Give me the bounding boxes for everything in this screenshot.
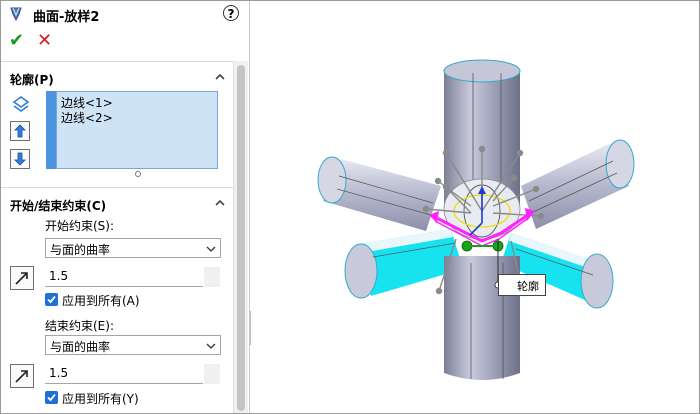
end-constraint-select[interactable]: 与面的曲率 xyxy=(45,335,221,355)
chevron-up-icon[interactable] xyxy=(213,196,227,210)
move-up-button[interactable] xyxy=(10,121,30,141)
end-tangent-length-value: 1.5 xyxy=(49,366,69,380)
start-constraint-select[interactable]: 与面的曲率 xyxy=(45,238,221,258)
list-resize-handle[interactable] xyxy=(135,171,141,177)
arrow-down-icon xyxy=(14,152,26,166)
panel-scrollbar[interactable] xyxy=(233,61,248,413)
model-view[interactable] xyxy=(251,1,699,413)
chevron-down-icon xyxy=(206,343,216,349)
loft-surface-icon xyxy=(10,7,22,22)
profiles-heading: 轮廓(P) xyxy=(10,73,54,87)
window: 曲面-放样2 ? ✔ ✕ 轮廓(P) 边线<1> 边线<2> 开始/结束约束(C… xyxy=(0,0,700,414)
end-apply-all-label: 应用到所有(Y) xyxy=(62,392,139,406)
tangent-direction-icon xyxy=(15,370,28,383)
cancel-icon[interactable]: ✕ xyxy=(37,32,52,50)
end-constraint-label: 结束约束(E): xyxy=(45,319,114,333)
move-down-button[interactable] xyxy=(10,149,30,169)
panel-title: 曲面-放样2 xyxy=(33,10,100,25)
upper-left-pipe[interactable] xyxy=(317,156,441,231)
end-tangent-spinner[interactable] xyxy=(204,364,220,384)
profile-callout[interactable]: 轮廓 xyxy=(498,274,546,296)
start-apply-all-label: 应用到所有(A) xyxy=(62,294,140,308)
start-tangent-spinner[interactable] xyxy=(204,267,220,287)
panel-header: 曲面-放样2 ? xyxy=(1,1,249,27)
ok-icon[interactable]: ✔ xyxy=(9,32,24,50)
connector-point[interactable] xyxy=(461,240,504,252)
tangent-direction-icon xyxy=(15,272,28,285)
check-icon xyxy=(47,295,56,304)
divider xyxy=(1,187,233,188)
arrow-up-icon xyxy=(14,124,26,138)
constraints-section-header[interactable]: 开始/结束约束(C) xyxy=(1,193,233,215)
checkbox-checked[interactable] xyxy=(45,391,58,404)
help-icon[interactable]: ? xyxy=(223,5,239,21)
chevron-up-icon[interactable] xyxy=(213,70,227,84)
profiles-section-header[interactable]: 轮廓(P) xyxy=(1,67,233,89)
start-constraint-value: 与面的曲率 xyxy=(50,243,111,257)
start-tangent-length-input[interactable]: 1.5 xyxy=(45,267,203,287)
checkbox-checked[interactable] xyxy=(45,293,58,306)
list-accent-bar xyxy=(46,91,56,169)
chevron-down-icon xyxy=(206,246,216,252)
divider xyxy=(1,61,233,62)
profile-select-icon xyxy=(12,96,30,112)
constraints-heading: 开始/结束约束(C) xyxy=(10,199,107,213)
reverse-tangent-button[interactable] xyxy=(10,266,34,290)
reverse-tangent-button[interactable] xyxy=(10,364,34,388)
profile-list[interactable]: 边线<1> 边线<2> xyxy=(46,91,218,169)
start-constraint-label: 开始约束(S): xyxy=(45,219,115,233)
end-tangent-length-input[interactable]: 1.5 xyxy=(45,364,203,384)
check-icon xyxy=(47,393,56,402)
end-constraint-value: 与面的曲率 xyxy=(50,340,111,354)
scrollbar-thumb[interactable] xyxy=(237,65,245,411)
graphics-area[interactable] xyxy=(251,1,699,413)
property-manager: 曲面-放样2 ? ✔ ✕ 轮廓(P) 边线<1> 边线<2> 开始/结束约束(C… xyxy=(1,1,250,413)
list-item[interactable]: 边线<2> xyxy=(61,109,113,126)
start-tangent-length-value: 1.5 xyxy=(49,269,69,283)
profile-callout-label: 轮廓 xyxy=(517,280,539,293)
